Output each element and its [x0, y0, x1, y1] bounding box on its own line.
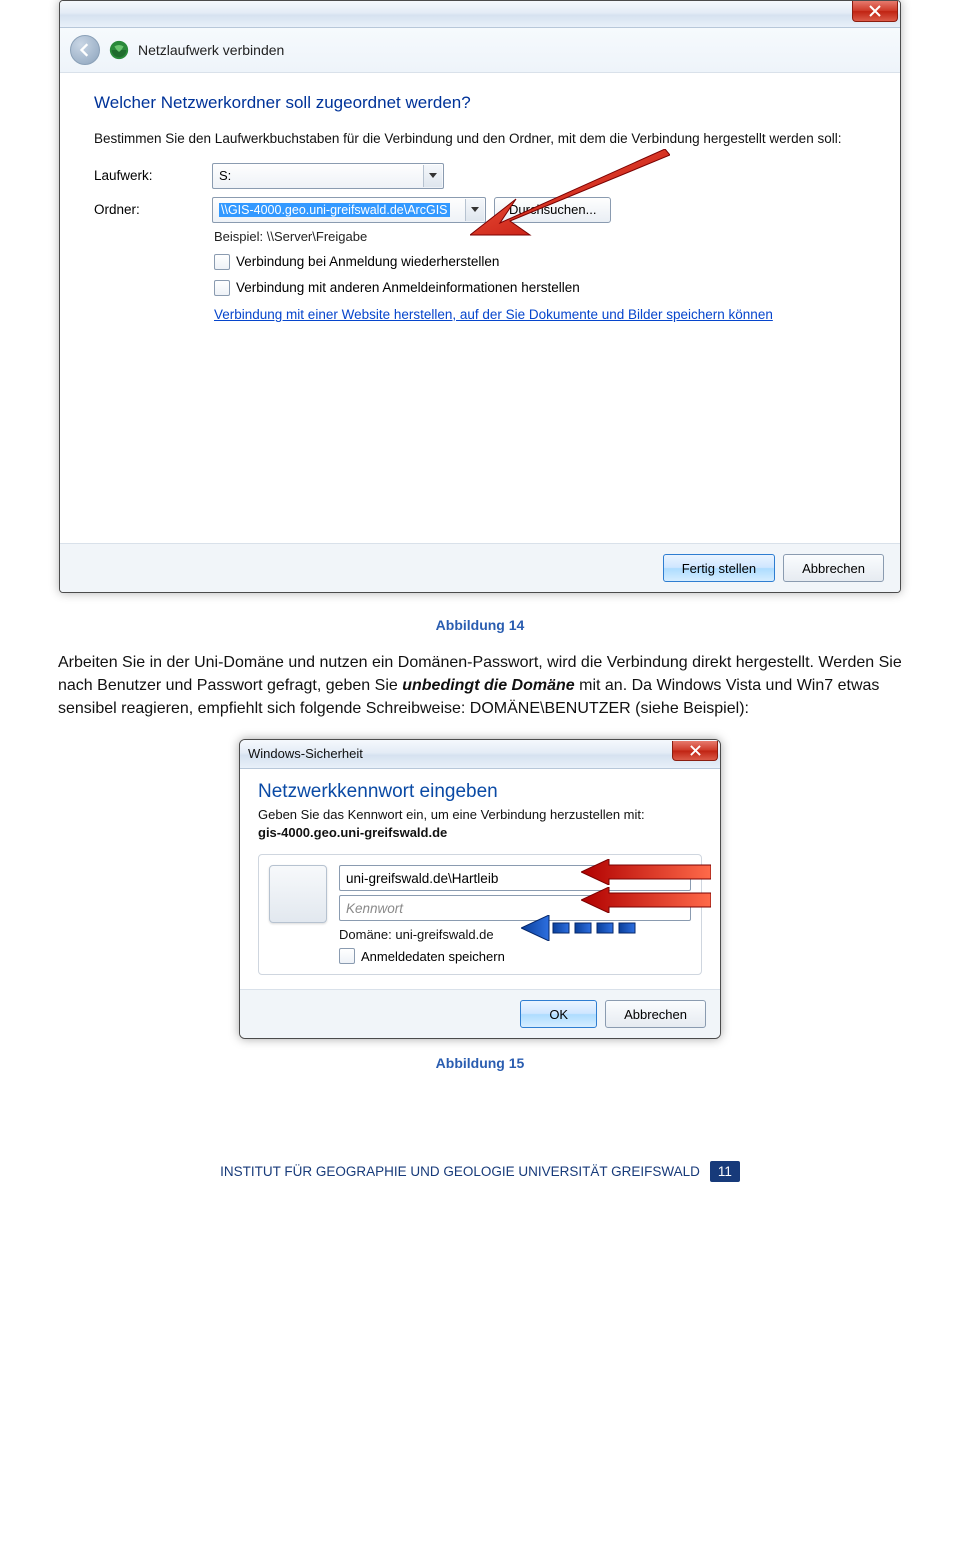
website-link[interactable]: Verbindung mit einer Website herstellen,… — [214, 306, 774, 325]
map-network-drive-dialog: Netzlaufwerk verbinden Welcher Netzwerko… — [59, 0, 901, 593]
security-body: Netzwerkkennwort eingeben Geben Sie das … — [240, 769, 720, 990]
wizard-footer: Fertig stellen Abbrechen — [60, 543, 900, 592]
remember-label: Anmeldedaten speichern — [361, 949, 505, 964]
annotation-arrow-folder — [470, 149, 670, 239]
security-titlebar[interactable]: Windows-Sicherheit — [240, 740, 720, 769]
chevron-down-icon — [429, 173, 437, 179]
instruction-paragraph: Arbeiten Sie in der Uni-Domäne und nutze… — [58, 651, 902, 721]
folder-combobox[interactable]: \\GIS-4000.geo.uni-greifswald.de\ArcGIS — [212, 197, 486, 223]
cancel-button[interactable]: Abbrechen — [783, 554, 884, 582]
credentials-box: uni-greifswald.de\Hartleib Kennwort Domä… — [258, 854, 702, 975]
user-avatar-icon — [269, 865, 327, 923]
drive-dropdown-button[interactable] — [423, 165, 442, 187]
titlebar[interactable] — [60, 1, 900, 28]
back-arrow-icon — [78, 43, 92, 57]
reconnect-label: Verbindung bei Anmeldung wiederherstelle… — [236, 254, 499, 269]
wizard-title: Netzlaufwerk verbinden — [138, 42, 284, 58]
annotation-arrow-password — [581, 887, 711, 913]
othercreds-checkbox[interactable] — [214, 280, 230, 296]
wizard-header: Netzlaufwerk verbinden — [60, 28, 900, 73]
annotation-arrow-username — [581, 859, 711, 885]
description-text: Bestimmen Sie den Laufwerkbuchstaben für… — [94, 129, 866, 149]
remember-checkbox-row[interactable]: Anmeldedaten speichern — [339, 948, 691, 964]
security-heading: Netzwerkkennwort eingeben — [258, 781, 702, 803]
security-close-button[interactable] — [672, 741, 718, 761]
back-button[interactable] — [70, 35, 100, 65]
folder-value: \\GIS-4000.geo.uni-greifswald.de\ArcGIS — [219, 203, 450, 217]
close-button[interactable] — [852, 1, 898, 22]
windows-security-dialog: Windows-Sicherheit Netzwerkkennwort eing… — [239, 739, 721, 1040]
wizard-body: Welcher Netzwerkordner soll zugeordnet w… — [60, 73, 900, 543]
drive-select[interactable]: S: — [212, 163, 444, 189]
security-footer: OK Abbrechen — [240, 989, 720, 1038]
page-footer: INSTITUT FÜR GEOGRAPHIE UND GEOLOGIE UNI… — [58, 1161, 902, 1182]
folder-label: Ordner: — [94, 202, 212, 217]
question-title: Welcher Netzwerkordner soll zugeordnet w… — [94, 93, 866, 113]
reconnect-checkbox[interactable] — [214, 254, 230, 270]
figure-caption-14: Abbildung 14 — [58, 617, 902, 633]
drive-label: Laufwerk: — [94, 168, 212, 183]
footer-institute: INSTITUT FÜR GEOGRAPHIE UND GEOLOGIE UNI… — [220, 1164, 700, 1179]
close-icon — [869, 5, 881, 17]
security-title: Windows-Sicherheit — [248, 746, 363, 761]
remember-checkbox[interactable] — [339, 948, 355, 964]
figure-caption-15: Abbildung 15 — [58, 1055, 902, 1071]
finish-button[interactable]: Fertig stellen — [663, 554, 775, 582]
ok-button[interactable]: OK — [520, 1000, 597, 1028]
annotation-arrow-domain — [521, 915, 641, 941]
othercreds-checkbox-row[interactable]: Verbindung mit anderen Anmeldeinformatio… — [214, 280, 866, 296]
page-number: 11 — [710, 1161, 740, 1182]
othercreds-label: Verbindung mit anderen Anmeldeinformatio… — [236, 280, 580, 295]
drive-value: S: — [219, 168, 231, 183]
close-icon — [690, 745, 701, 756]
reconnect-checkbox-row[interactable]: Verbindung bei Anmeldung wiederherstelle… — [214, 254, 866, 270]
security-host: gis-4000.geo.uni-greifswald.de — [258, 825, 702, 840]
network-drive-icon — [108, 39, 130, 61]
security-cancel-button[interactable]: Abbrechen — [605, 1000, 706, 1028]
security-subtext: Geben Sie das Kennwort ein, um eine Verb… — [258, 807, 702, 824]
